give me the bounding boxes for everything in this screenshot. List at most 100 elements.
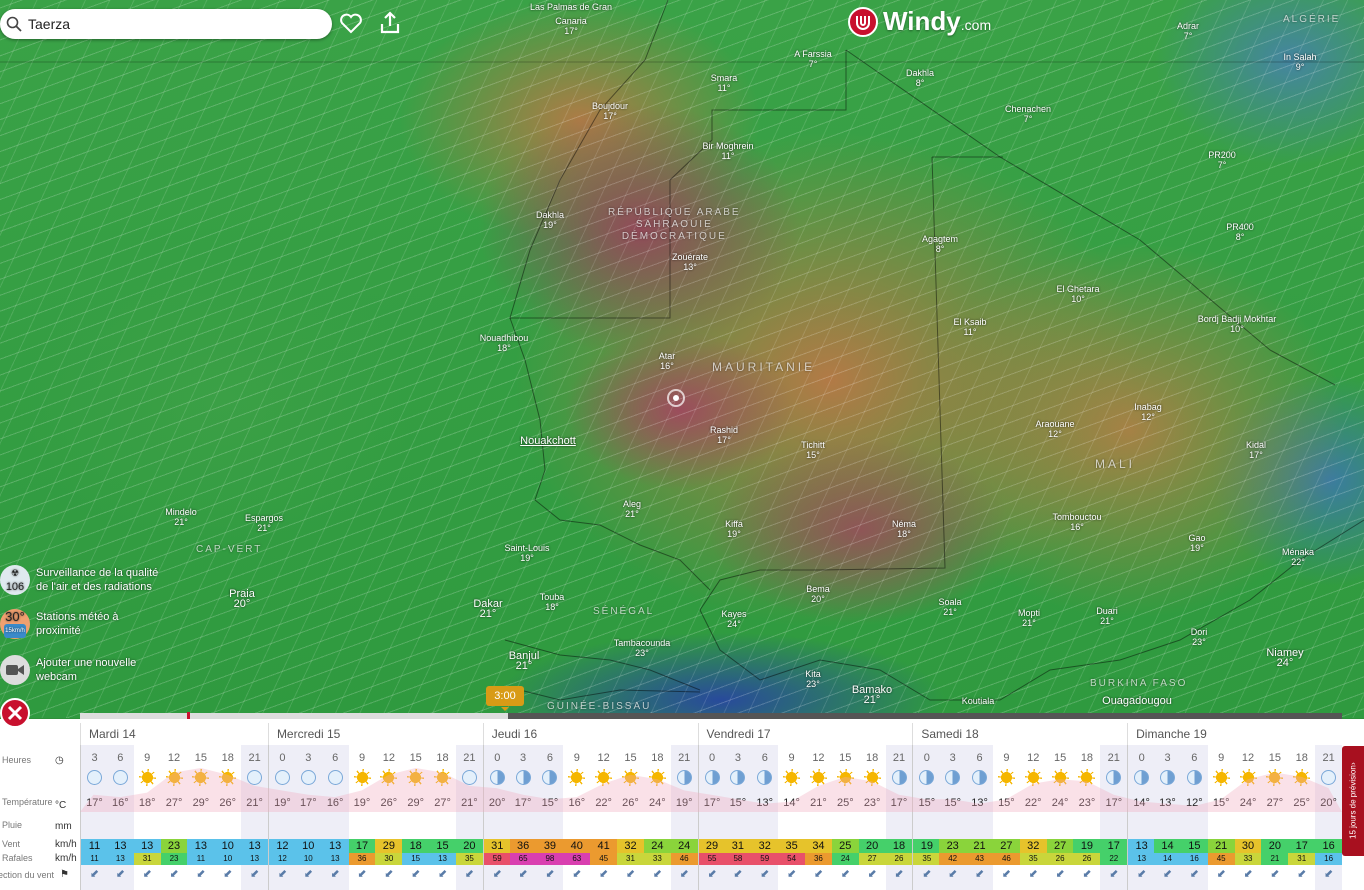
forecast-hour-column[interactable]: 15 29° 18 15 ⬋ — [402, 745, 430, 890]
forecast-day-label[interactable]: Samedi 18 — [912, 723, 979, 745]
forecast-hour-column[interactable]: 12 21° 34 36 ⬋ — [804, 745, 832, 890]
map-place-label[interactable]: Dakhla 8° — [906, 68, 934, 88]
map-place-label[interactable]: Néma 18° — [892, 519, 916, 539]
forecast-hour-column[interactable]: 3 17° 11 11 ⬋ — [80, 745, 108, 890]
forecast-hour-column[interactable]: 12 22° 32 35 ⬋ — [1019, 745, 1047, 890]
map-place-label[interactable]: In Salah 9° — [1283, 52, 1316, 72]
map-place-label[interactable]: Tichitt 15° — [801, 440, 825, 460]
map-place-label[interactable]: Inabag 12° — [1134, 402, 1162, 422]
forecast-hour-column[interactable]: 18 23° 20 27 ⬋ — [858, 745, 886, 890]
map-place-label[interactable]: Ouagadougou — [1102, 696, 1172, 707]
map-place-label[interactable]: Koutiala — [962, 696, 995, 706]
map-place-label[interactable]: El Ghetara 10° — [1056, 284, 1099, 304]
forecast-hour-column[interactable]: 0 17° 29 55 ⬋ — [697, 745, 726, 890]
map-place-label[interactable]: Praia 20° — [229, 589, 255, 610]
forecast-hour-column[interactable]: 6 16° 13 13 ⬋ — [321, 745, 349, 890]
forecast-day-label[interactable]: Dimanche 19 — [1127, 723, 1207, 745]
map-place-label[interactable]: Bir Moghrein 11° — [702, 141, 753, 161]
windy-logo[interactable]: Windy.com — [848, 6, 991, 37]
add-webcam-link[interactable]: Ajouter une nouvelle webcam — [0, 655, 136, 685]
forecast-hour-column[interactable]: 3 15° 23 42 ⬋ — [939, 745, 967, 890]
close-forecast-button[interactable] — [0, 698, 30, 728]
map-place-label[interactable]: Bema 20° — [806, 584, 830, 604]
forecast-hour-column[interactable]: 0 14° 13 13 ⬋ — [1127, 745, 1156, 890]
map-place-label[interactable]: Smara 11° — [711, 73, 738, 93]
wind-map[interactable] — [0, 0, 1364, 718]
map-place-label[interactable]: PR400 8° — [1226, 222, 1254, 242]
map-place-label[interactable]: Bamako 21° — [852, 685, 892, 706]
map-place-label[interactable]: Agagtem 8° — [922, 234, 958, 254]
map-place-label[interactable]: Kiffa 19° — [725, 519, 743, 539]
forecast-hour-column[interactable]: 6 16° 13 13 ⬋ — [106, 745, 134, 890]
forecast-hour-column[interactable]: 0 19° 12 12 ⬋ — [267, 745, 296, 890]
forecast-hour-column[interactable]: 12 27° 23 23 ⬋ — [160, 745, 188, 890]
location-marker[interactable] — [667, 389, 685, 407]
forecast-hour-column[interactable]: 12 22° 41 45 ⬋ — [590, 745, 618, 890]
map-place-label[interactable]: Ménaka 22° — [1282, 547, 1314, 567]
forecast-hour-column[interactable]: 6 13° 32 59 ⬋ — [751, 745, 779, 890]
map-place-label[interactable]: Nouakchott — [520, 436, 576, 447]
map-place-label[interactable]: Saint-Louis 19° — [504, 543, 549, 563]
timeline-current-time[interactable]: 3:00 — [486, 686, 524, 711]
forecast-day-label[interactable]: Mardi 14 — [80, 723, 136, 745]
map-place-label[interactable]: Touba 18° — [540, 592, 565, 612]
map-place-label[interactable]: Mopti 21° — [1018, 608, 1040, 628]
forecast-hour-column[interactable]: 3 17° 10 10 ⬋ — [294, 745, 322, 890]
forecast-hour-column[interactable]: 21 19° 24 46 ⬋ — [670, 745, 698, 890]
forecast-hour-column[interactable]: 9 18° 13 31 ⬋ — [133, 745, 161, 890]
map-place-label[interactable]: Kayes 24° — [721, 609, 746, 629]
map-place-label[interactable]: Las Palmas de Gran — [530, 2, 612, 12]
forecast-hour-column[interactable]: 12 26° 29 30 ⬋ — [375, 745, 403, 890]
extended-forecast-button[interactable]: 15 jours de prévision › — [1342, 746, 1364, 856]
map-place-label[interactable]: Boujdour 17° — [592, 101, 628, 121]
map-place-label[interactable]: Dakar 21° — [473, 599, 502, 620]
forecast-hour-column[interactable]: 15 27° 20 21 ⬋ — [1261, 745, 1289, 890]
map-place-label[interactable]: Canaria 17° — [555, 16, 587, 36]
forecast-hour-column[interactable]: 3 15° 31 58 ⬋ — [724, 745, 752, 890]
forecast-hour-column[interactable]: 0 20° 31 59 ⬋ — [482, 745, 511, 890]
weather-stations-link[interactable]: 30° 15km/h Stations météo à proximité — [0, 609, 119, 639]
forecast-hour-column[interactable]: 21 20° 16 16 ⬋ — [1315, 745, 1343, 890]
forecast-hour-column[interactable]: 9 16° 40 63 ⬋ — [563, 745, 591, 890]
forecast-hour-column[interactable]: 3 17° 36 65 ⬋ — [509, 745, 537, 890]
forecast-hour-column[interactable]: 18 27° 15 13 ⬋ — [429, 745, 457, 890]
map-place-label[interactable]: Niamey 24° — [1266, 648, 1303, 669]
map-place-label[interactable]: Soala 21° — [938, 597, 961, 617]
map-place-label[interactable]: El Ksaib 11° — [953, 317, 986, 337]
forecast-hour-column[interactable]: 18 24° 24 33 ⬋ — [643, 745, 671, 890]
map-place-label[interactable]: Gao 19° — [1188, 533, 1205, 553]
map-place-label[interactable]: Bordj Badji Mokhtar 10° — [1198, 314, 1277, 334]
forecast-hour-column[interactable]: 18 23° 19 26 ⬋ — [1073, 745, 1101, 890]
forecast-hour-column[interactable]: 6 13° 21 43 ⬋ — [966, 745, 994, 890]
map-place-label[interactable]: Kita 23° — [805, 669, 821, 689]
search-input[interactable] — [28, 16, 308, 32]
favorite-button[interactable] — [338, 10, 364, 36]
forecast-hour-column[interactable]: 15 26° 32 31 ⬋ — [617, 745, 644, 890]
map-place-label[interactable]: Dakhla 19° — [536, 210, 564, 230]
map-place-label[interactable]: Kidal 17° — [1246, 440, 1266, 460]
forecast-hour-column[interactable]: 6 15° 39 98 ⬋ — [536, 745, 564, 890]
forecast-hour-column[interactable]: 21 21° 20 35 ⬋ — [455, 745, 483, 890]
map-place-label[interactable]: Nouadhibou 18° — [480, 333, 529, 353]
forecast-hour-column[interactable]: 9 19° 17 36 ⬋ — [348, 745, 376, 890]
map-place-label[interactable]: Tambacounda 23° — [614, 638, 671, 658]
forecast-hour-column[interactable]: 3 13° 14 14 ⬋ — [1154, 745, 1181, 890]
forecast-hour-column[interactable]: 21 17° 18 26 ⬋ — [885, 745, 913, 890]
map-place-label[interactable]: Rashid 17° — [710, 425, 738, 445]
map-place-label[interactable]: Chenachen 7° — [1005, 104, 1051, 124]
air-quality-link[interactable]: ☢ 106 Surveillance de la qualité de l'air … — [0, 565, 158, 595]
forecast-hour-column[interactable]: 21 21° 13 13 ⬋ — [241, 745, 269, 890]
forecast-hour-column[interactable]: 21 17° 17 22 ⬋ — [1100, 745, 1128, 890]
forecast-hour-column[interactable]: 18 25° 17 31 ⬋ — [1288, 745, 1316, 890]
forecast-day-label[interactable]: Mercredi 15 — [267, 723, 340, 745]
map-place-label[interactable]: A Farssia 7° — [794, 49, 832, 69]
map-place-label[interactable]: PR200 7° — [1208, 150, 1236, 170]
map-place-label[interactable]: Tombouctou 16° — [1052, 512, 1101, 532]
forecast-hour-column[interactable]: 15 25° 25 24 ⬋ — [831, 745, 859, 890]
forecast-hour-column[interactable]: 12 24° 30 33 ⬋ — [1234, 745, 1262, 890]
map-place-label[interactable]: Dori 23° — [1191, 627, 1208, 647]
forecast-hour-column[interactable]: 9 15° 27 46 ⬋ — [992, 745, 1020, 890]
forecast-hour-column[interactable]: 9 15° 21 45 ⬋ — [1207, 745, 1235, 890]
forecast-day-label[interactable]: Jeudi 16 — [482, 723, 537, 745]
map-place-label[interactable]: Banjul 21° — [509, 651, 540, 672]
